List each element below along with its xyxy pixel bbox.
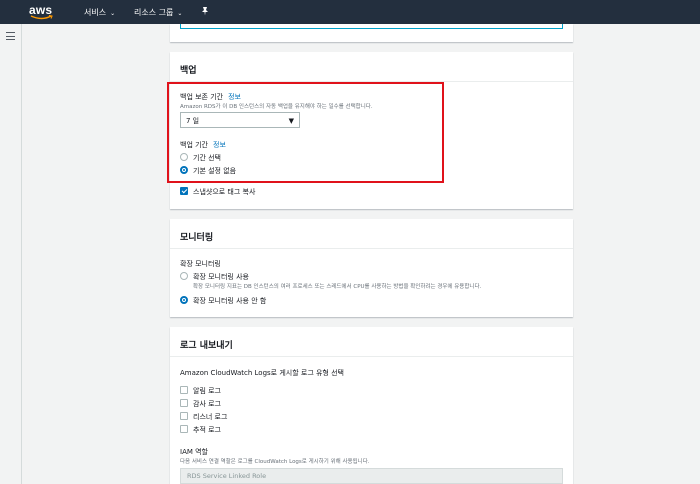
left-sidebar-rail [0, 24, 22, 484]
enable-enhanced-monitoring-radio[interactable] [180, 272, 188, 280]
aws-logo[interactable]: aws [29, 3, 57, 21]
monitoring-panel-title: 모니터링 [170, 219, 573, 249]
backup-panel-title: 백업 [170, 52, 573, 82]
iam-role-value: RDS Service Linked Role [187, 472, 267, 480]
disable-enhanced-monitoring-radio[interactable] [180, 296, 188, 304]
trace-log-checkbox[interactable] [180, 425, 188, 433]
iam-role-label: IAM 역할 [180, 448, 208, 456]
listener-log-label: 리스너 로그 [193, 413, 228, 421]
previous-section-input[interactable] [180, 24, 563, 29]
disable-enhanced-monitoring-label: 확장 모니터링 사용 안 함 [193, 297, 267, 305]
resource-groups-menu-label: 리소스 그룹 [134, 8, 174, 17]
trace-log-label: 추적 로그 [193, 426, 221, 434]
top-navigation-bar: aws 서비스 ⌄ 리소스 그룹 ⌄ [0, 0, 700, 24]
enhanced-monitoring-label: 확장 모니터링 [180, 260, 221, 268]
red-highlight-box [167, 82, 444, 183]
enable-enhanced-monitoring-label: 확장 모니터링 사용 [193, 273, 249, 281]
log-exports-panel-title: 로그 내보내기 [170, 327, 573, 357]
copy-tags-to-snapshot-label: 스냅샷으로 태그 복사 [193, 188, 256, 196]
listener-log-checkbox[interactable] [180, 412, 188, 420]
iam-role-description: 다음 서비스 연결 역할은 로그를 CloudWatch Logs로 게시하기 … [180, 459, 370, 465]
alert-log-checkbox[interactable] [180, 386, 188, 394]
enable-enhanced-monitoring-description: 확장 모니터링 지표는 DB 인스턴스의 여러 프로세스 또는 스레드에서 CP… [193, 284, 482, 290]
hamburger-menu-icon[interactable] [6, 32, 15, 40]
chevron-down-icon: ⌄ [110, 10, 116, 17]
chevron-down-icon: ⌄ [177, 10, 183, 17]
services-menu-label: 서비스 [84, 8, 107, 17]
log-types-select-label: Amazon CloudWatch Logs로 게시할 로그 유형 선택 [180, 369, 344, 377]
pin-icon[interactable] [200, 6, 210, 16]
audit-log-checkbox[interactable] [180, 399, 188, 407]
services-menu[interactable]: 서비스 ⌄ [84, 7, 115, 18]
iam-role-input: RDS Service Linked Role [180, 468, 563, 484]
aws-smile-icon [30, 15, 53, 20]
copy-tags-to-snapshot-checkbox[interactable] [180, 187, 188, 195]
previous-section-panel [170, 24, 573, 42]
alert-log-label: 알림 로그 [193, 387, 221, 395]
resource-groups-menu[interactable]: 리소스 그룹 ⌄ [134, 7, 182, 18]
audit-log-label: 감사 로그 [193, 400, 221, 408]
